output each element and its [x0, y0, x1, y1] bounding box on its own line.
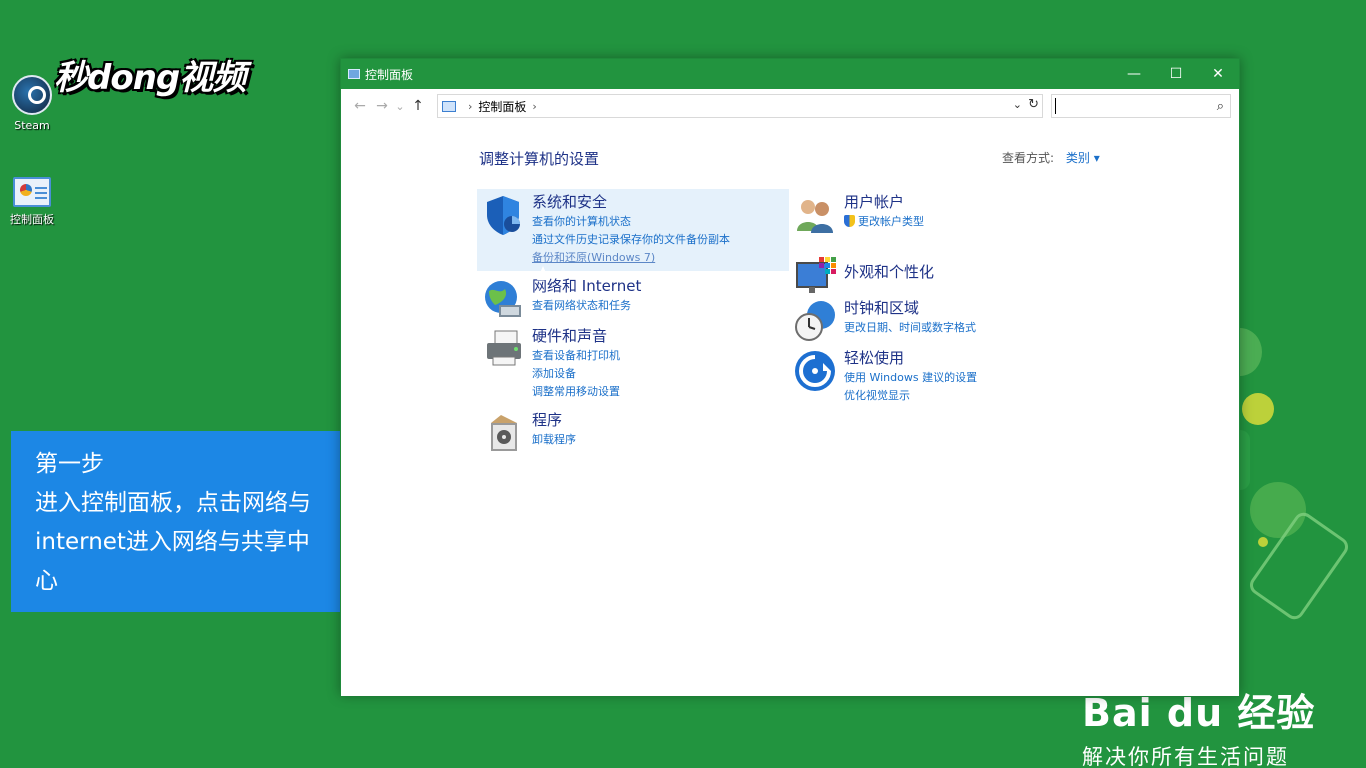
miaodong-logo: 秒dong视频: [54, 58, 246, 98]
link-change-date-time-format[interactable]: 更改日期、时间或数字格式: [844, 319, 976, 337]
navigation-bar: ← → ⌄ ↑ › 控制面板 › ⌄ ↻ ⌕: [341, 89, 1239, 123]
link-change-account-type[interactable]: 更改帐户类型: [844, 213, 924, 231]
category-appearance[interactable]: 外观和个性化: [789, 251, 1089, 293]
network-globe-icon: [485, 281, 521, 317]
uac-shield-icon: [844, 215, 855, 227]
link-uninstall-program[interactable]: 卸载程序: [532, 431, 576, 449]
step-instruction-box: 第一步 进入控制面板，点击网络与internet进入网络与共享中心: [11, 431, 340, 612]
baidu-slogan: 解决你所有生活问题: [1082, 745, 1289, 768]
link-devices-printers[interactable]: 查看设备和打印机: [532, 347, 620, 365]
decoration-dot: [1258, 537, 1268, 547]
category-system-security[interactable]: 系统和安全 查看你的计算机状态 通过文件历史记录保存你的文件备份副本 备份和还原…: [477, 189, 789, 271]
category-title[interactable]: 程序: [532, 409, 562, 430]
minimize-button[interactable]: —: [1113, 59, 1155, 89]
category-title[interactable]: 硬件和声音: [532, 325, 607, 346]
desktop-icon-label: 控制面板: [10, 213, 54, 226]
link-view-computer-status[interactable]: 查看你的计算机状态: [532, 213, 730, 231]
category-clock-region[interactable]: 时钟和区域 更改日期、时间或数字格式: [789, 295, 1089, 345]
printer-icon: [487, 330, 521, 366]
step-instruction-text: 第一步 进入控制面板，点击网络与internet进入网络与共享中心: [35, 451, 311, 594]
control-panel-icon: [442, 100, 456, 112]
steam-icon: [12, 75, 52, 115]
link-add-device[interactable]: 添加设备: [532, 365, 620, 383]
category-title[interactable]: 系统和安全: [532, 191, 607, 212]
refresh-icon[interactable]: ↻: [1028, 97, 1039, 112]
breadcrumb-control-panel[interactable]: 控制面板: [478, 98, 526, 115]
window-title: 控制面板: [365, 67, 414, 82]
category-programs[interactable]: 程序 卸载程序: [477, 407, 789, 457]
users-icon: [797, 200, 833, 233]
desktop-icon-steam[interactable]: Steam: [0, 75, 64, 132]
control-panel-content: 调整计算机的设置 查看方式: 类别 ▾ 系统和安全 查看你的计算机状态 通过文件…: [341, 123, 1239, 696]
view-by-label: 查看方式:: [1002, 151, 1055, 165]
link-backup-restore[interactable]: 备份和还原(Windows 7): [532, 249, 730, 267]
up-button[interactable]: ↑: [407, 98, 429, 114]
category-hardware-sound[interactable]: 硬件和声音 查看设备和打印机 添加设备 调整常用移动设置: [477, 323, 789, 405]
link-network-status[interactable]: 查看网络状态和任务: [532, 297, 631, 315]
clock-globe-icon: [795, 301, 835, 341]
category-title[interactable]: 轻松使用: [844, 347, 904, 368]
desktop-icon-label: Steam: [14, 119, 50, 132]
decoration-circle: [1242, 393, 1274, 425]
breadcrumb-separator[interactable]: ›: [532, 100, 536, 113]
recent-locations-button[interactable]: ⌄: [393, 100, 407, 113]
maximize-button[interactable]: ☐: [1155, 59, 1197, 89]
link-mobility-settings[interactable]: 调整常用移动设置: [532, 383, 620, 401]
link-text: 更改帐户类型: [858, 215, 924, 228]
forward-button[interactable]: →: [371, 98, 393, 114]
monitor-colors-icon: [796, 257, 836, 293]
back-button[interactable]: ←: [349, 98, 371, 114]
programs-box-icon: [491, 415, 517, 451]
search-icon[interactable]: ⌕: [1217, 99, 1224, 114]
breadcrumb-separator: ›: [468, 99, 473, 113]
chevron-down-icon[interactable]: ⌄: [1013, 98, 1022, 111]
mouse-cursor: [537, 266, 549, 280]
view-by-control[interactable]: 查看方式: 类别 ▾: [1002, 149, 1100, 166]
close-button[interactable]: ✕: [1197, 59, 1239, 89]
page-title: 调整计算机的设置: [479, 150, 600, 168]
title-bar[interactable]: 控制面板 — ☐ ✕: [341, 59, 1239, 89]
category-title[interactable]: 时钟和区域: [844, 297, 919, 318]
search-input[interactable]: ⌕: [1051, 94, 1231, 118]
category-network-internet[interactable]: 网络和 Internet 查看网络状态和任务: [477, 273, 789, 323]
control-panel-window: 控制面板 — ☐ ✕ ← → ⌄ ↑ › 控制面板 › ⌄ ↻ ⌕ 调整计算机的…: [340, 58, 1240, 696]
address-bar[interactable]: › 控制面板 › ⌄ ↻: [437, 94, 1043, 118]
text-caret: [1055, 98, 1056, 114]
link-recommended-settings[interactable]: 使用 Windows 建议的设置: [844, 369, 977, 387]
category-title[interactable]: 外观和个性化: [844, 261, 934, 282]
category-ease-of-access[interactable]: 轻松使用 使用 Windows 建议的设置 优化视觉显示: [789, 345, 1089, 415]
link-optimize-visual-display[interactable]: 优化视觉显示: [844, 387, 977, 405]
control-panel-icon: [348, 69, 360, 79]
view-by-dropdown[interactable]: 类别 ▾: [1066, 151, 1100, 165]
desktop-icon-control-panel[interactable]: 控制面板: [0, 177, 64, 227]
category-user-accounts[interactable]: 用户帐户 更改帐户类型: [789, 189, 1089, 239]
category-title[interactable]: 用户帐户: [844, 191, 904, 212]
shield-icon: [487, 196, 520, 235]
ease-of-access-icon: [795, 351, 835, 391]
link-file-history[interactable]: 通过文件历史记录保存你的文件备份副本: [532, 231, 730, 249]
control-panel-icon: [13, 177, 51, 207]
